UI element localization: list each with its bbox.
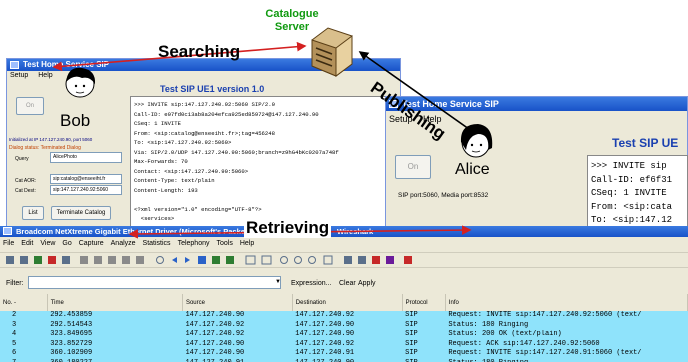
catalogue-line-1: Catalogue <box>265 8 319 20</box>
diagram-overlay <box>52 27 493 239</box>
catalogue-line-2: Server <box>274 21 310 33</box>
catalogue-server-label: Catalogue Server <box>262 8 322 34</box>
server-icon <box>311 27 353 77</box>
retrieving-label: Retrieving <box>244 218 332 238</box>
searching-label: Searching <box>158 42 241 61</box>
bob-avatar <box>65 67 96 98</box>
alice-avatar <box>460 124 493 158</box>
